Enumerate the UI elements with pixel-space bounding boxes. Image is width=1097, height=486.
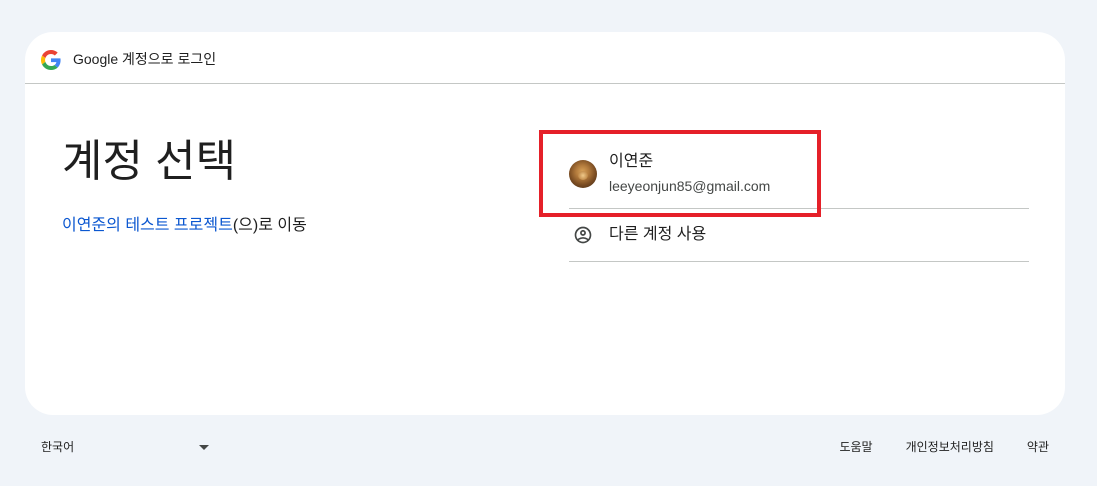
arrow-drop-down-icon: [199, 445, 209, 450]
page-title: 계정 선택: [62, 137, 237, 186]
footer-links: 도움말 개인정보처리방침 약관: [839, 439, 1049, 455]
subtitle: 이연준의 테스트 프로젝트(으)로 이동: [62, 215, 307, 237]
help-link[interactable]: 도움말: [839, 439, 872, 455]
language-label: 한국어: [41, 440, 75, 454]
account-email: leeyeonjun85@gmail.com: [609, 178, 771, 194]
privacy-link[interactable]: 개인정보처리방침: [906, 439, 994, 455]
account-name: 이연준: [609, 153, 654, 170]
use-another-account-button[interactable]: 다른 계정 사용: [569, 209, 1029, 262]
account-item[interactable]: 이연준 leeyeonjun85@gmail.com: [569, 146, 1029, 209]
subtitle-suffix: (으)로 이동: [232, 217, 307, 234]
header-title: Google 계정으로 로그인: [73, 51, 217, 67]
terms-link[interactable]: 약관: [1027, 439, 1049, 455]
avatar: [569, 160, 597, 188]
google-g-logo-icon: [41, 50, 61, 70]
account-circle-icon: [573, 225, 593, 245]
sign-in-card: Google 계정으로 로그인 계정 선택 이연준의 테스트 프로젝트(으)로 …: [25, 32, 1065, 415]
account-list: 이연준 leeyeonjun85@gmail.com 다른 계정 사용: [569, 146, 1029, 262]
use-another-account-label: 다른 계정 사용: [609, 226, 707, 243]
card-header: Google 계정으로 로그인: [25, 32, 1065, 84]
language-select[interactable]: 한국어: [41, 437, 213, 457]
project-link[interactable]: 이연준의 테스트 프로젝트: [62, 217, 233, 234]
